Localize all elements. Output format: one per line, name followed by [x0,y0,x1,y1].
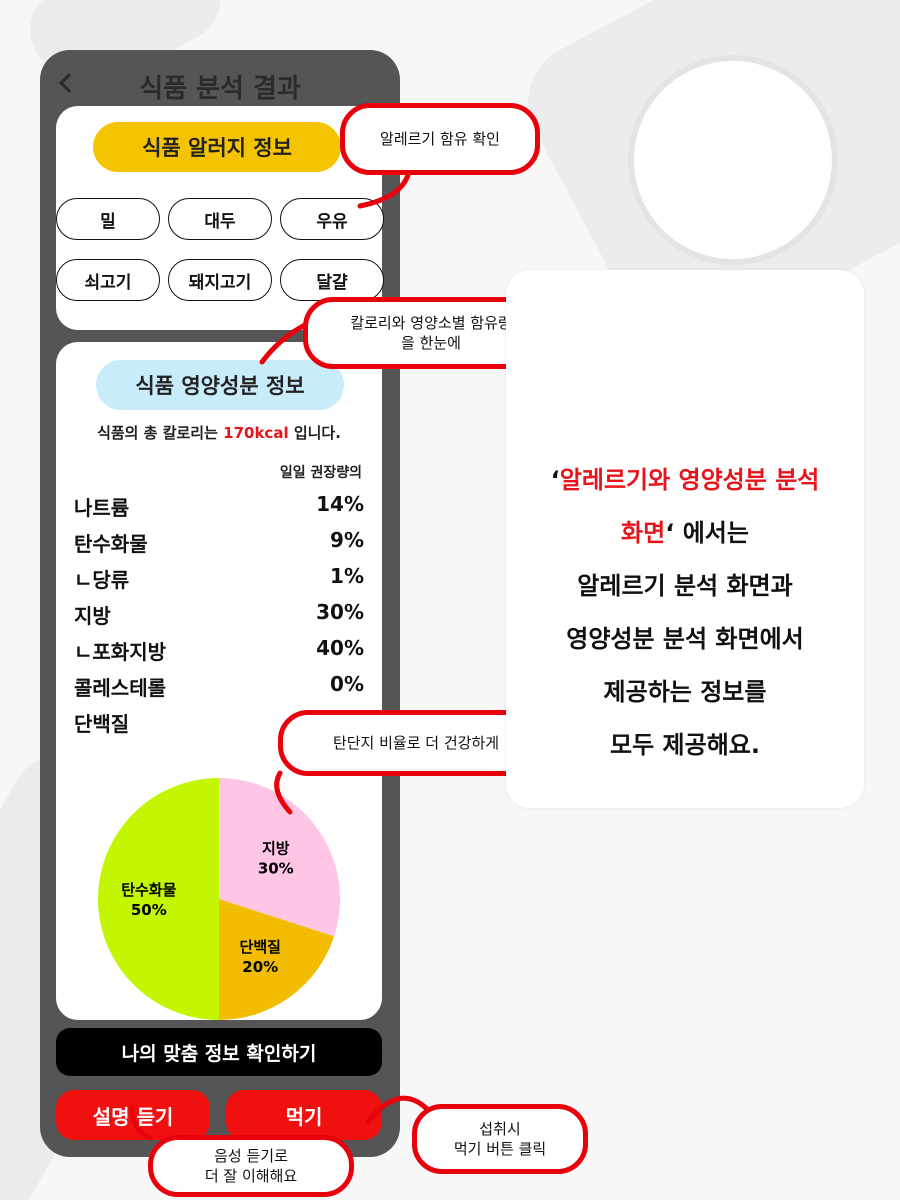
pie-slice-value: 30% [258,860,294,878]
nutrient-value: 30% [316,600,364,624]
nutrient-name: ㄴ당류 [74,568,130,592]
daily-value-label: 일일 권장량의 [279,465,362,481]
calorie-prefix: 식품의 총 칼로리는 [97,424,224,442]
app-header: 식품 분석 결과 [40,68,400,108]
nutrient-name: 단백질 [74,712,130,736]
eat-callout: 섭취시 먹기 버튼 클릭 [412,1104,588,1174]
nutrition-row: 탄수화물 9% [74,528,364,558]
nutrition-row: 콜레스테롤 0% [74,672,364,702]
nutrient-name: 콜레스테롤 [74,676,166,700]
listen-callout: 음성 듣기로 더 잘 이해해요 [148,1135,354,1197]
info-quote-open: ‘ [550,466,560,494]
background-ring [628,55,838,265]
eat-callout-line2: 먹기 버튼 클릭 [453,1140,547,1158]
nutrition-callout-line2: 을 한눈에 [401,334,461,352]
info-line: 모두 제공해요. [610,731,760,759]
info-line: 알레르기 분석 화면과 [577,572,793,600]
eat-button[interactable]: 먹기 [226,1090,382,1140]
calorie-suffix: 입니다. [288,424,341,442]
allergy-chip: 우유 [280,198,384,240]
nutrition-title: 식품 영양성분 정보 [96,360,344,410]
nutrition-row: ㄴ포화지방 40% [74,636,364,666]
nutrient-value: 14% [316,492,364,516]
macro-pie-card: 지방 30% 단백질 20% 탄수화물 50% [56,778,382,1020]
listen-callout-line2: 더 잘 이해해요 [204,1167,298,1185]
calorie-value: 170kcal [223,424,289,442]
nutrient-value: 40% [316,636,364,660]
pie-slice-value: 20% [242,958,278,976]
allergy-chip: 돼지고기 [168,259,272,301]
nutrition-callout-line1: 칼로리와 영양소별 함유량 [350,313,512,332]
allergy-chip: 쇠고기 [56,259,160,301]
phone-screen: 식품 분석 결과 식품 알러지 정보 밀 대두 우유 쇠고기 돼지고기 달걀 식… [40,50,400,1157]
listen-callout-line1: 음성 듣기로 [214,1146,288,1165]
info-line: 영양성분 분석 화면에서 [566,625,804,653]
nutrient-value: 1% [330,564,364,588]
nutrition-row: 지방 30% [74,600,364,630]
nutrition-row: ㄴ당류 1% [74,564,364,594]
allergy-chip: 밀 [56,198,160,240]
allergy-title: 식품 알러지 정보 [93,122,341,172]
pie-slice-value: 50% [131,901,167,919]
pie-slice-label: 단백질 [240,938,281,956]
info-description: ‘알레르기와 영양성분 분석 화면‘ 에서는 알레르기 분석 화면과 영양성분 … [506,454,864,772]
calorie-summary: 식품의 총 칼로리는 170kcal 입니다. [56,422,382,443]
info-highlight-1: 알레르기와 영양성분 분석 [559,466,820,494]
eat-callout-line1: 섭취시 [479,1119,521,1138]
nutrient-name: 탄수화물 [74,532,148,556]
personalized-info-button[interactable]: 나의 맞춤 정보 확인하기 [56,1028,382,1076]
nutrient-name: 지방 [74,604,111,628]
info-quote-close: ‘ 에서는 [665,519,749,547]
pie-slice [98,778,219,1020]
nutrient-name: ㄴ포화지방 [74,640,166,664]
nutrition-row: 나트륨 14% [74,492,364,522]
macro-pie-chart: 지방 30% 단백질 20% 탄수화물 50% [98,778,340,1020]
allergy-chip: 대두 [168,198,272,240]
info-card: ‘알레르기와 영양성분 분석 화면‘ 에서는 알레르기 분석 화면과 영양성분 … [506,270,864,808]
listen-button[interactable]: 설명 듣기 [56,1090,210,1140]
nutrient-value: 0% [330,672,364,696]
allergy-callout: 알레르기 함유 확인 [340,103,540,175]
pie-slice-label: 탄수화물 [121,881,176,899]
pie-slice-label: 지방 [262,840,290,858]
allergy-chip: 달걀 [280,259,384,301]
nutrient-name: 나트륨 [74,496,130,520]
nutrient-value: 9% [330,528,364,552]
page-title: 식품 분석 결과 [139,74,301,104]
info-highlight-2: 화면 [621,519,666,547]
info-line: 제공하는 정보를 [603,678,767,706]
